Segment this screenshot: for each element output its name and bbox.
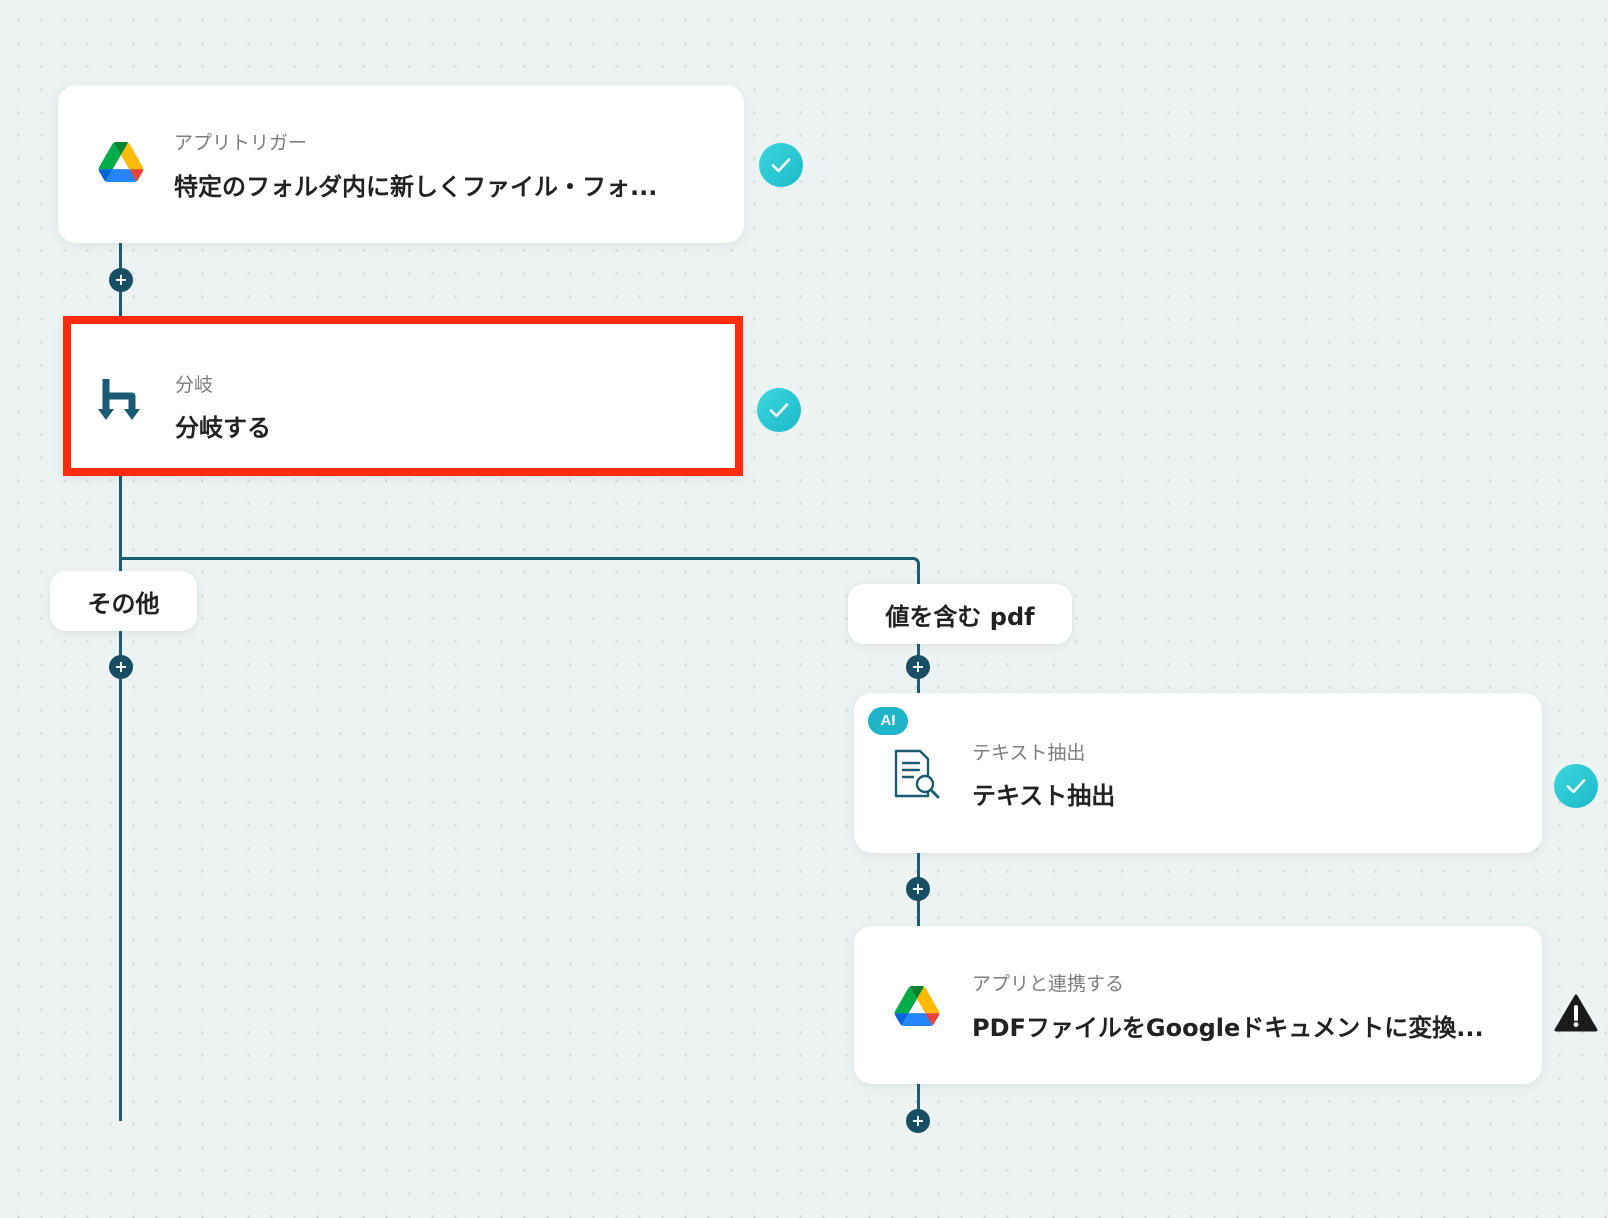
text-extraction-node-subtitle: テキスト抽出	[972, 742, 1086, 764]
text-extraction-status-check-icon	[1554, 764, 1598, 808]
branch-label-contains-pdf[interactable]: 値を含む pdf	[848, 584, 1072, 644]
text-extraction-node-title: テキスト抽出	[972, 782, 1116, 810]
convert-node-title: PDFファイルをGoogleドキュメントに変換...	[972, 1014, 1484, 1042]
add-step-button-left-branch[interactable]: +	[109, 655, 133, 679]
add-step-button-right-branch[interactable]: +	[906, 655, 930, 679]
trigger-node-card[interactable]: アプリトリガー 特定のフォルダ内に新しくファイル・フォ...	[58, 85, 744, 243]
branch-node-title: 分岐する	[175, 414, 271, 442]
convert-status-warning-icon	[1554, 993, 1598, 1037]
trigger-node-subtitle: アプリトリガー	[174, 132, 308, 154]
convert-node-subtitle: アプリと連携する	[972, 973, 1125, 995]
add-step-button-end[interactable]: +	[906, 1109, 930, 1133]
document-search-icon	[892, 748, 942, 804]
google-drive-icon	[894, 986, 940, 1030]
branch-status-check-icon	[757, 388, 801, 432]
add-step-button-after-ocr[interactable]: +	[906, 877, 930, 901]
trigger-status-check-icon	[759, 143, 803, 187]
branch-icon	[96, 374, 146, 428]
convert-node-card[interactable]: アプリと連携する PDFファイルをGoogleドキュメントに変換...	[854, 926, 1542, 1084]
branch-node-card[interactable]: 分岐 分岐する	[63, 316, 743, 476]
google-drive-icon	[98, 142, 144, 186]
connector-branch-horizontal	[119, 557, 912, 560]
branch-label-other[interactable]: その他	[50, 571, 197, 631]
text-extraction-node-card[interactable]: テキスト抽出 テキスト抽出	[854, 693, 1542, 853]
add-step-button-1[interactable]: +	[109, 268, 133, 292]
ai-badge: AI	[868, 707, 908, 735]
branch-node-subtitle: 分岐	[175, 374, 214, 396]
trigger-node-title: 特定のフォルダ内に新しくファイル・フォ...	[174, 173, 658, 201]
